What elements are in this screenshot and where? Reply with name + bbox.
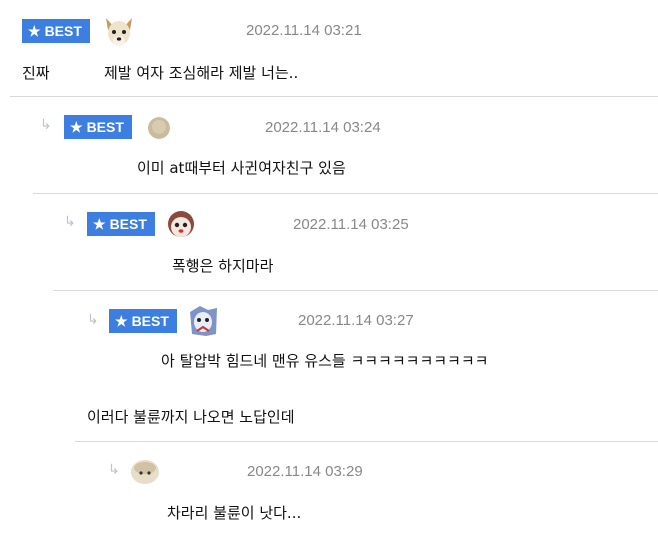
reply-arrow-icon: ↳ [40,117,52,133]
best-label: BEST [44,23,82,39]
divider [75,441,658,442]
star-icon: ★ [70,119,83,135]
character-avatar-icon[interactable] [186,304,220,338]
reply-arrow-icon: ↳ [64,214,76,230]
best-badge: ★ BEST [22,19,90,43]
comment-timestamp: 2022.11.14 03:29 [247,463,363,480]
comment-text: 폭행은 하지마라 [172,257,274,275]
comment-text: 아 탈압박 힘드네 맨유 유스들 ㅋㅋㅋㅋㅋㅋㅋㅋㅋㅋ [161,352,489,370]
comment-timestamp: 2022.11.14 03:25 [293,216,409,233]
comment-author[interactable]: 진짜 [22,62,50,83]
best-badge: ★ BEST [64,115,132,139]
comment-timestamp: 2022.11.14 03:24 [265,119,381,136]
dog-avatar-icon[interactable] [102,15,136,49]
face-avatar-icon[interactable] [164,208,198,242]
reply-arrow-icon: ↳ [87,312,99,328]
comment-timestamp: 2022.11.14 03:21 [246,22,362,39]
star-icon: ★ [115,313,128,329]
divider [53,290,658,291]
animal-avatar-icon[interactable] [130,459,160,485]
best-badge: ★ BEST [109,309,177,333]
best-label: BEST [131,313,169,329]
divider [10,96,658,97]
comment-text: 차라리 불륜이 낫다... [167,504,302,522]
comment-text-continued: 이러다 불륜까지 나오면 노답인데 [87,408,295,426]
divider [33,193,658,194]
star-icon: ★ [28,23,41,39]
reply-arrow-icon: ↳ [108,462,120,478]
comment-text: 제발 여자 조심해라 제발 너는.. [104,64,299,82]
best-label: BEST [109,216,147,232]
comment-text: 이미 at때부터 사귄여자친구 있음 [137,159,346,177]
comment-timestamp: 2022.11.14 03:27 [298,312,414,329]
round-avatar-icon[interactable] [148,117,170,139]
star-icon: ★ [93,216,106,232]
best-label: BEST [86,119,124,135]
best-badge: ★ BEST [87,212,155,236]
